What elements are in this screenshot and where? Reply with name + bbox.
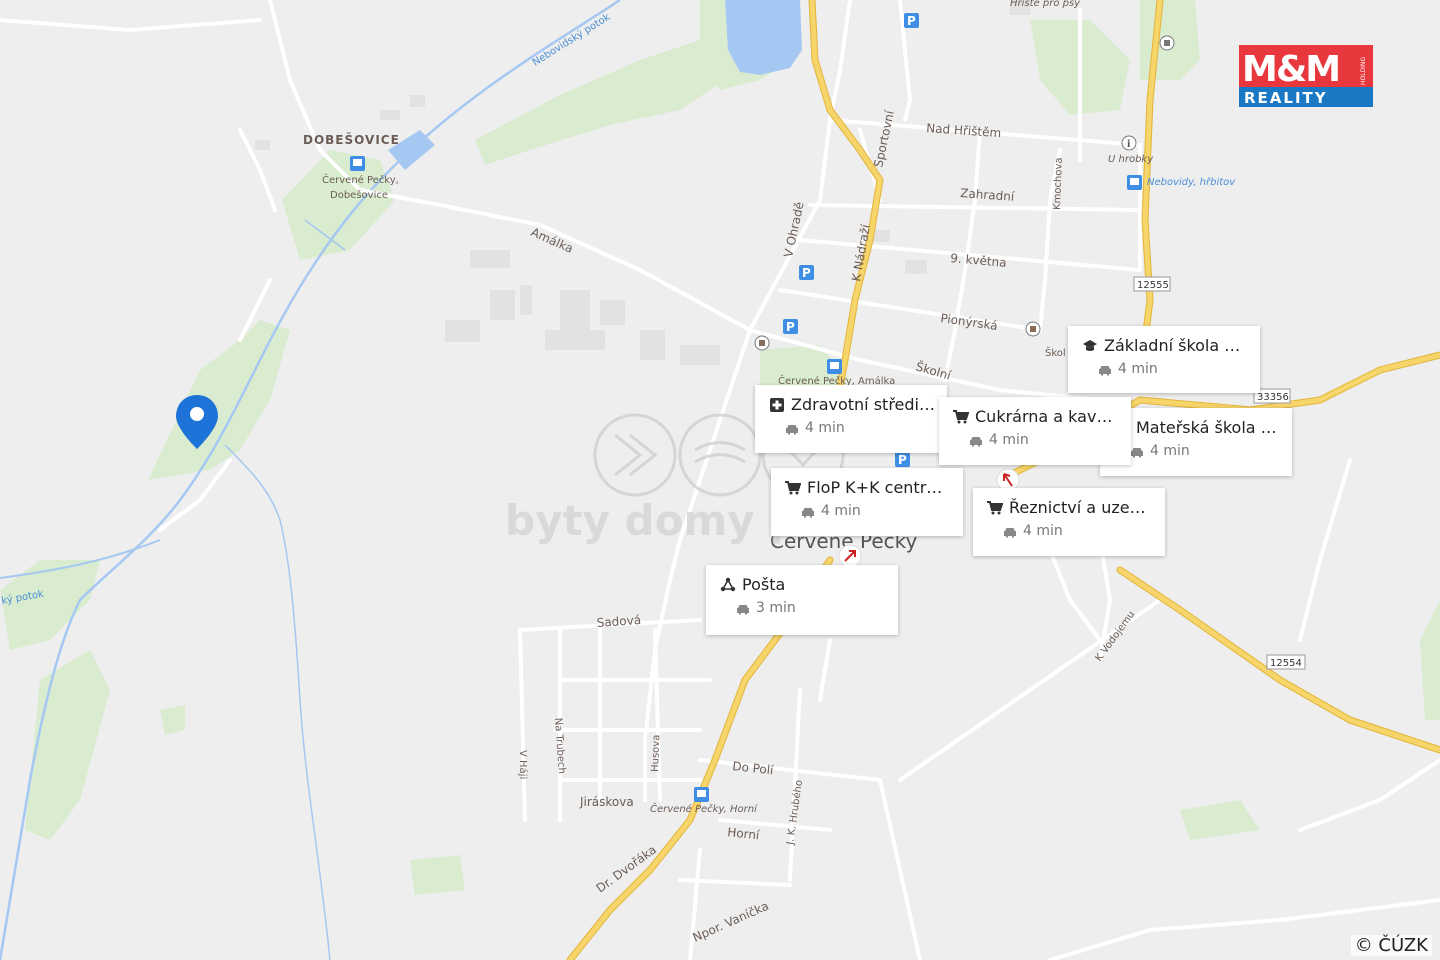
poi-title: Základní škola Če... — [1104, 336, 1248, 355]
shopping-cart-icon — [987, 500, 1003, 516]
poi-card-zakladni-skola[interactable]: Základní škola Če... 4 min — [1068, 326, 1260, 393]
info-icon: i — [1121, 135, 1137, 151]
route-arrow-icon — [838, 544, 862, 568]
poi-card-cukrarna[interactable]: Cukrárna a kavár... 4 min — [939, 397, 1131, 465]
svg-text:Husova: Husova — [650, 735, 662, 773]
car-icon — [1130, 446, 1144, 457]
post-office-icon — [720, 577, 736, 593]
svg-text:HOLDING: HOLDING — [1360, 57, 1367, 85]
school-icon — [1082, 338, 1098, 354]
svg-text:12555: 12555 — [1137, 280, 1169, 291]
car-icon — [785, 423, 799, 434]
mm-reality-logo[interactable]: M&M HOLDING REALITY — [1239, 45, 1373, 107]
medical-cross-icon — [769, 397, 785, 413]
svg-text:P: P — [802, 266, 811, 280]
car-icon — [1098, 364, 1112, 375]
monument-icon — [1159, 35, 1175, 51]
poi-travel-time: 3 min — [756, 600, 796, 616]
poi-travel-time: 4 min — [1150, 443, 1190, 459]
svg-text:Škol: Škol — [1045, 346, 1066, 359]
poi-title: Cukrárna a kavár... — [975, 407, 1119, 426]
parking-icon: P — [895, 452, 910, 467]
poi-travel-time: 4 min — [1118, 361, 1158, 377]
parking-icon: P — [904, 13, 919, 28]
car-icon — [801, 506, 815, 517]
bus-stop-icon — [827, 359, 842, 374]
poi-card-zdravotni-stredisko[interactable]: Zdravotní středisko 4 min — [755, 385, 947, 453]
bus-stop-icon — [694, 787, 709, 802]
svg-text:12554: 12554 — [1270, 658, 1302, 669]
poi-title: Řeznictví a uzená... — [1009, 498, 1153, 517]
car-icon — [969, 435, 983, 446]
svg-text:i: i — [1127, 139, 1130, 150]
svg-text:M&M: M&M — [1242, 49, 1339, 90]
svg-text:DOBEŠOVICE: DOBEŠOVICE — [303, 132, 400, 147]
svg-text:Hřiště pro psy: Hřiště pro psy — [1010, 0, 1081, 9]
parking-icon: P — [799, 265, 814, 280]
car-icon — [1003, 526, 1017, 537]
parking-icon: P — [783, 319, 798, 334]
svg-text:V Háji: V Háji — [517, 750, 529, 779]
svg-text:Jiráskova: Jiráskova — [579, 795, 634, 809]
poi-title: FloP K+K centrum — [807, 478, 951, 497]
svg-text:P: P — [907, 14, 916, 28]
svg-text:P: P — [898, 453, 907, 467]
poi-travel-time: 4 min — [805, 420, 845, 436]
svg-text:Červené Pečky,: Červené Pečky, — [322, 173, 399, 186]
poi-travel-time: 4 min — [821, 503, 861, 519]
poi-travel-time: 4 min — [1023, 523, 1063, 539]
poi-title: Pošta — [742, 575, 786, 594]
poi-card-flop-centrum[interactable]: FloP K+K centrum 4 min — [771, 468, 963, 536]
location-pin-icon[interactable] — [174, 393, 220, 451]
svg-text:Nebovidy, hřbitov: Nebovidy, hřbitov — [1147, 176, 1236, 188]
svg-text:REALITY: REALITY — [1244, 89, 1328, 107]
poi-title: Zdravotní středisko — [791, 395, 935, 414]
svg-text:U hrobky: U hrobky — [1108, 154, 1154, 165]
cafe-icon — [754, 335, 770, 351]
svg-text:P: P — [786, 320, 795, 334]
shopping-cart-icon — [785, 480, 801, 496]
svg-text:Červené Pečky, Horní: Červené Pečky, Horní — [650, 802, 758, 815]
map-canvas[interactable]: DOBEŠOVICE Červené Pečky, Dobešovice Neb… — [0, 0, 1440, 960]
poi-title: Mateřská škola Č... — [1136, 418, 1280, 437]
shopping-cart-icon — [953, 409, 969, 425]
svg-text:33356: 33356 — [1257, 392, 1289, 403]
bus-stop-icon — [1127, 175, 1142, 190]
copyright-label: © ČÚZK — [1350, 935, 1432, 956]
bus-stop-icon — [350, 156, 365, 171]
poi-travel-time: 4 min — [989, 432, 1029, 448]
car-icon — [736, 603, 750, 614]
svg-text:Dobešovice: Dobešovice — [330, 189, 388, 201]
poi-card-reznictvi[interactable]: Řeznictví a uzená... 4 min — [973, 488, 1165, 556]
svg-text:Kmochova: Kmochova — [1052, 157, 1065, 210]
cafe-icon — [1025, 321, 1041, 337]
poi-card-posta[interactable]: Pošta 3 min — [706, 565, 898, 635]
